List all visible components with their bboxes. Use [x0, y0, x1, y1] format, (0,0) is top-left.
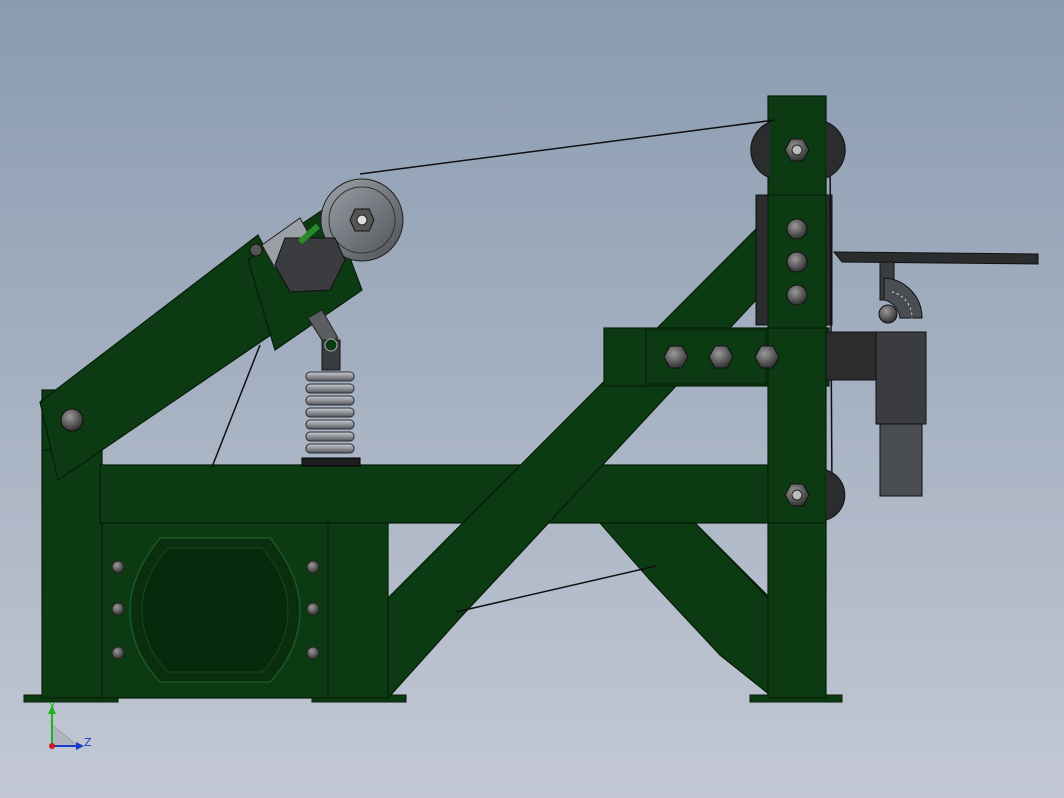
- spring-damper: [301, 338, 361, 467]
- orientation-triad: Y Z: [48, 700, 92, 750]
- z-axis-label: Z: [84, 736, 92, 749]
- horizontal-beam: [99, 464, 801, 524]
- cad-viewport[interactable]: Y Z: [0, 0, 1064, 798]
- tool-rest: [825, 251, 1039, 497]
- tool-rest-table: [832, 251, 1039, 265]
- y-axis-label: Y: [48, 700, 56, 713]
- machine-side-view: [23, 95, 1039, 703]
- origin-dot: [49, 743, 55, 749]
- lower-diagonal: [598, 522, 771, 697]
- tool-rest-arm: [825, 331, 879, 381]
- tool-rest-post: [879, 423, 923, 497]
- right-tower: [767, 95, 827, 699]
- middle-post: [327, 522, 389, 699]
- tool-rest-clamp: [875, 331, 927, 425]
